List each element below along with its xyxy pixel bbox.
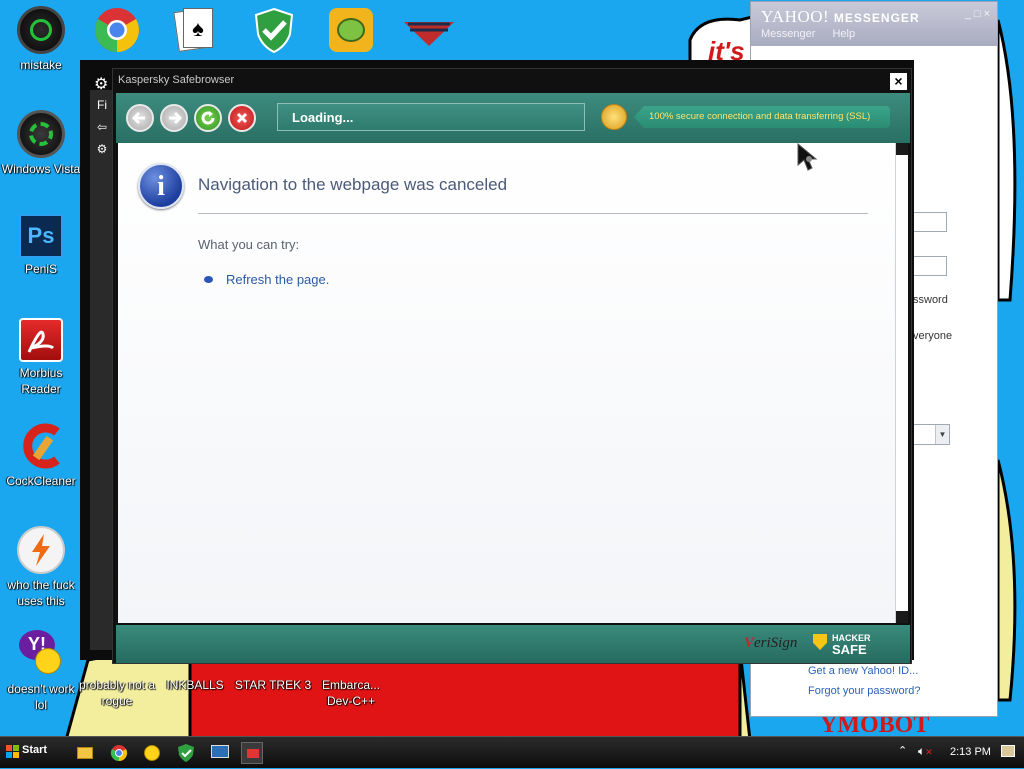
pdf-reader-icon bbox=[19, 318, 63, 362]
desktop-icon-label: STAR TREK 3 bbox=[234, 678, 312, 692]
arrow-right-icon bbox=[169, 111, 183, 125]
back-button[interactable] bbox=[126, 104, 154, 132]
vertical-scrollbar[interactable] bbox=[895, 143, 908, 623]
chrome-desktop-icon[interactable] bbox=[93, 6, 141, 54]
arrow-left-icon bbox=[131, 111, 145, 125]
get-new-id-link[interactable]: Get a new Yahoo! ID... bbox=[808, 665, 918, 677]
window-titlebar: Kaspersky Safebrowser × bbox=[113, 69, 911, 93]
volume-muted-icon[interactable]: 🔈︎✕ bbox=[918, 744, 933, 759]
lock-icon bbox=[601, 104, 627, 130]
active-app-taskbar-icon[interactable] bbox=[241, 742, 263, 764]
security-shield-desktop-icon[interactable] bbox=[250, 6, 298, 54]
side-label: Fi bbox=[97, 98, 107, 112]
desktop-icon-yahoo[interactable]: Y! doesn't work lol bbox=[0, 630, 82, 713]
desktop-icon-label: who the fuck uses this bbox=[7, 578, 75, 608]
page-content: i Navigation to the webpage was canceled… bbox=[118, 143, 895, 623]
desktop-icon-mistake[interactable]: mistake bbox=[0, 6, 82, 73]
ccleaner-icon bbox=[17, 422, 65, 470]
yahoo-menubar: Messenger Help bbox=[761, 28, 869, 40]
forgot-password-link[interactable]: Forgot your password? bbox=[808, 685, 921, 697]
shield-icon bbox=[813, 634, 827, 650]
scroll-up-button[interactable] bbox=[896, 143, 908, 155]
desktop-icon-label: mistake bbox=[20, 58, 62, 72]
hacker-safe-badge: HACKER SAFE bbox=[813, 633, 877, 657]
bad-piggies-desktop-icon[interactable] bbox=[327, 6, 375, 54]
start-button[interactable]: Start bbox=[2, 741, 53, 763]
taskbar: Start ⌃ 🔈︎✕ 2:13 PM bbox=[0, 736, 1024, 768]
show-desktop-button[interactable] bbox=[1001, 745, 1015, 757]
desktop-icon-who-uses-this[interactable]: who the fuck uses this bbox=[0, 526, 82, 609]
remember-password-label: ssword bbox=[913, 294, 948, 306]
stop-button[interactable] bbox=[228, 104, 256, 132]
chrome-taskbar-icon[interactable] bbox=[108, 742, 130, 764]
scroll-down-button[interactable] bbox=[896, 611, 908, 623]
refresh-button[interactable] bbox=[194, 104, 222, 132]
yahoo-logo: YAHOO! MESSENGER bbox=[761, 7, 920, 26]
status-dropdown[interactable]: ▼ bbox=[911, 424, 950, 445]
browser-footer: VeriSign HACKER SAFE bbox=[116, 625, 910, 663]
desktop-icon-cockcleaner[interactable]: CockCleaner bbox=[0, 422, 82, 489]
close-button[interactable]: × bbox=[890, 73, 907, 90]
remote-desktop-taskbar-icon[interactable] bbox=[209, 742, 231, 764]
recycle-orb-icon bbox=[17, 110, 65, 158]
window-controls[interactable]: _□× bbox=[965, 8, 993, 20]
forward-button[interactable] bbox=[160, 104, 188, 132]
team-logo-desktop-icon[interactable] bbox=[404, 6, 454, 54]
yahoo-messenger-icon: Y! bbox=[17, 630, 65, 678]
divider bbox=[198, 213, 868, 214]
desktop-icon-windows-vista[interactable]: Windows Vista bbox=[0, 110, 82, 177]
desktop-icon-label: doesn't work lol bbox=[7, 682, 75, 712]
yahoo-id-input[interactable] bbox=[911, 212, 947, 232]
refresh-page-link[interactable]: Refresh the page. bbox=[226, 272, 329, 287]
desktop-icon-photoshop[interactable]: Ps PeniS bbox=[0, 214, 82, 277]
verisign-logo: VeriSign bbox=[744, 635, 798, 651]
system-clock[interactable]: 2:13 PM bbox=[950, 746, 991, 758]
chevron-down-icon: ▼ bbox=[935, 425, 949, 444]
photoshop-icon: Ps bbox=[19, 214, 63, 258]
menu-messenger[interactable]: Messenger bbox=[761, 28, 815, 40]
solitaire-desktop-icon[interactable]: ♠ bbox=[170, 6, 218, 54]
password-input[interactable] bbox=[911, 256, 947, 276]
back-arrow-icon: ⇦ bbox=[96, 120, 108, 134]
desktop-icon-label: CockCleaner bbox=[6, 474, 76, 488]
desktop-icon-label: Embarca... Dev-C++ bbox=[321, 678, 381, 708]
desktop-icon-label: INKBALLS bbox=[166, 678, 224, 692]
kaspersky-taskbar-icon[interactable] bbox=[175, 742, 197, 764]
desktop-icon-label: probably not a rogue bbox=[78, 678, 156, 708]
desktop-icon-label: Windows Vista bbox=[1, 162, 81, 176]
bullet-icon bbox=[204, 276, 213, 283]
gear-icon: ⚙ bbox=[96, 142, 108, 156]
desktop-icon-label: Morbius Reader bbox=[19, 366, 63, 396]
invisible-to-everyone-label: veryone bbox=[913, 330, 953, 342]
page-title: Navigation to the webpage was canceled bbox=[198, 175, 508, 194]
window-title: Kaspersky Safebrowser bbox=[118, 74, 235, 86]
desktop-icon-morbius-reader[interactable]: Morbius Reader bbox=[0, 318, 82, 397]
show-hidden-icons-button[interactable]: ⌃ bbox=[898, 744, 907, 757]
folder-taskbar-icon[interactable] bbox=[74, 742, 96, 764]
background-window-sidebar: Fi ⇦ ⚙ bbox=[90, 90, 114, 650]
menu-help[interactable]: Help bbox=[832, 28, 855, 40]
xbox-orb-icon bbox=[17, 6, 65, 54]
browser-toolbar: Loading... 100% secure connection and da… bbox=[116, 93, 910, 143]
lightning-app-icon bbox=[17, 526, 65, 574]
kaspersky-safebrowser-window[interactable]: Kaspersky Safebrowser × Loading... 100% … bbox=[112, 68, 912, 664]
ssl-status-banner: 100% secure connection and data transfer… bbox=[634, 106, 890, 128]
yahoo-taskbar-icon[interactable] bbox=[141, 742, 163, 764]
yahoo-titlebar: YAHOO! MESSENGER _□× Messenger Help bbox=[751, 2, 997, 46]
close-icon bbox=[236, 112, 248, 124]
refresh-icon bbox=[201, 111, 215, 125]
info-icon: i bbox=[138, 163, 184, 209]
windows-logo-icon bbox=[6, 745, 19, 758]
suggestions-label: What you can try: bbox=[198, 237, 300, 252]
mouse-cursor-icon bbox=[797, 143, 818, 171]
desktop-icon-label: PeniS bbox=[24, 262, 58, 276]
address-bar[interactable]: Loading... bbox=[277, 103, 585, 131]
